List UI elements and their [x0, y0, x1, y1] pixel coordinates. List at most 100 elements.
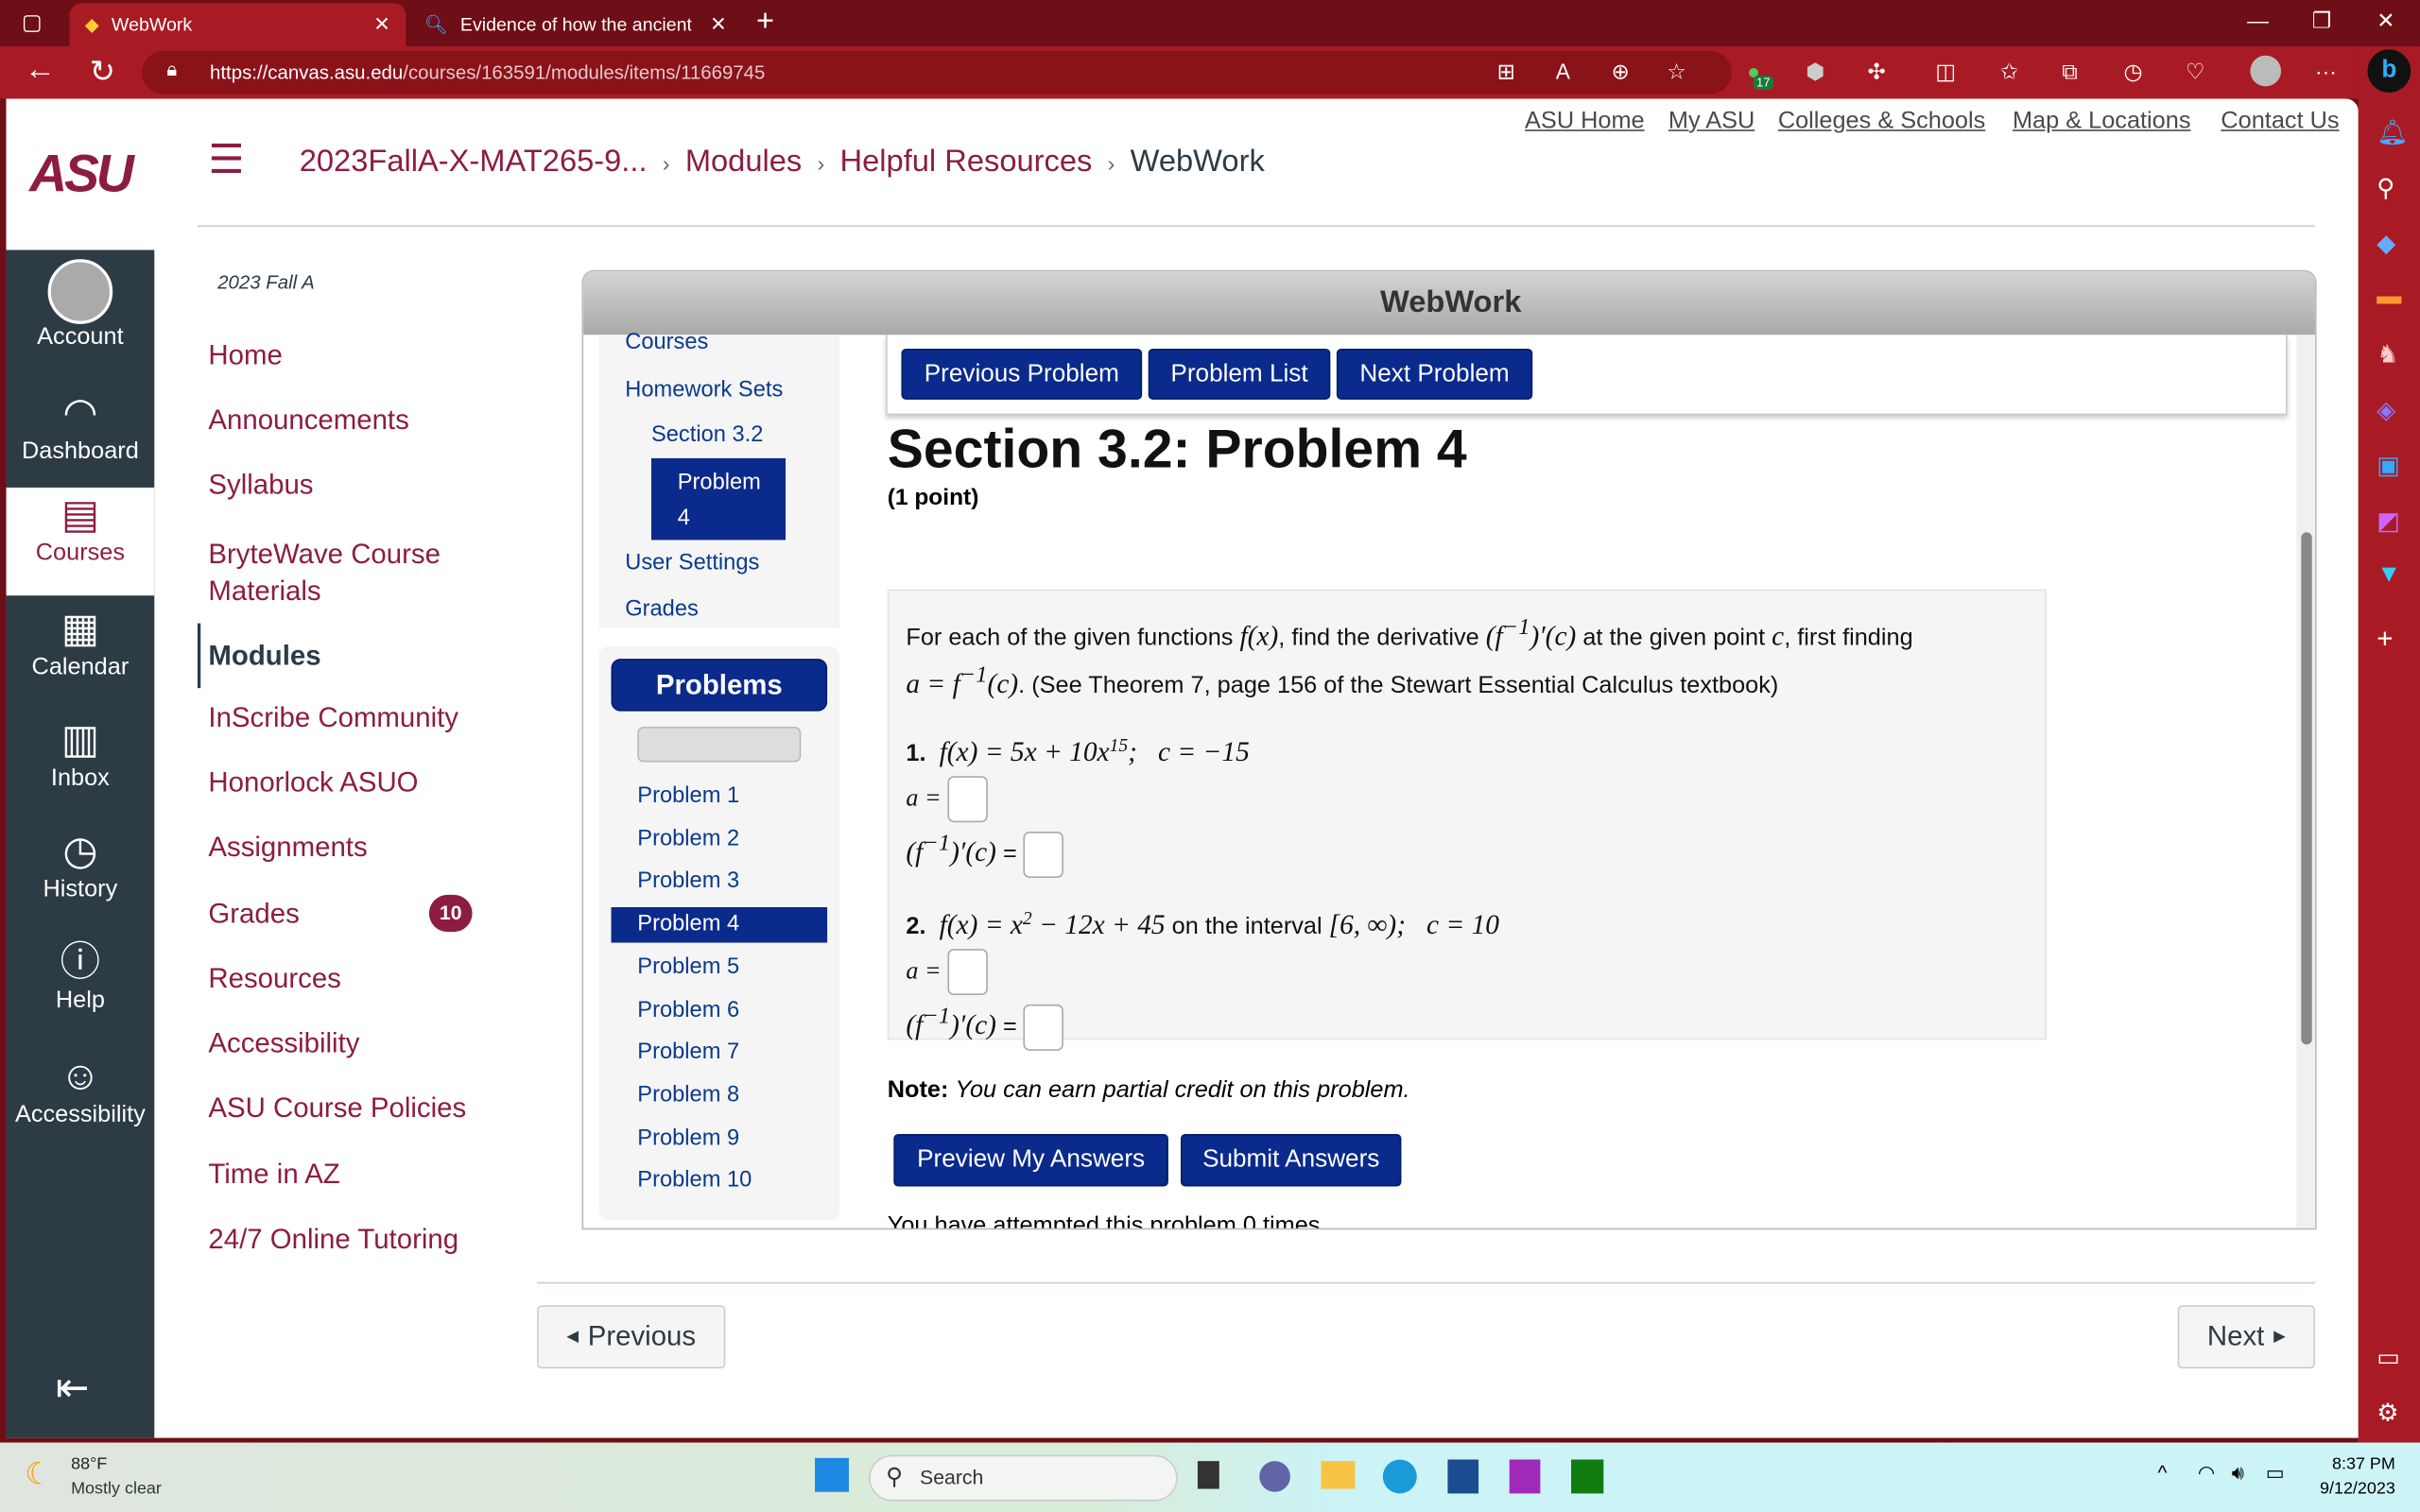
problem-link[interactable]: Problem 8 — [612, 1078, 828, 1114]
problem-link[interactable]: Problem 4 — [611, 907, 828, 943]
course-nav-inscribe-community[interactable]: InScribe Community — [208, 702, 458, 734]
volume-icon[interactable]: 🔊︎ — [2232, 1461, 2244, 1486]
course-nav-honorlock-asuo[interactable]: Honorlock ASUO — [208, 766, 418, 799]
games-icon[interactable]: ♞ — [2377, 339, 2398, 370]
clock-date[interactable]: 9/12/2023 — [2308, 1480, 2395, 1499]
link-map-locations[interactable]: Map & Locations — [2013, 108, 2191, 135]
close-icon[interactable]: ✕ — [710, 12, 727, 37]
link-section[interactable]: Section 3.2 — [651, 422, 763, 447]
course-nav-asu-course-policies[interactable]: ASU Course Policies — [208, 1092, 466, 1125]
problem-link[interactable]: Problem 6 — [612, 993, 828, 1029]
link-asu-home[interactable]: ASU Home — [1525, 108, 1645, 135]
search-icon[interactable]: ⚲ — [2377, 173, 2394, 204]
breadcrumb-modules[interactable]: Modules — [685, 145, 802, 179]
collections-icon[interactable]: ⧉ — [2062, 59, 2077, 85]
course-nav-assignments[interactable]: Assignments — [208, 832, 367, 864]
answer-2a-input[interactable] — [947, 949, 989, 996]
profile-avatar[interactable] — [2250, 55, 2282, 87]
close-icon[interactable]: ✕ — [373, 12, 390, 37]
global-nav-help[interactable]: ⓘ Help — [7, 935, 155, 1042]
key-extension-icon[interactable]: ⬢ — [1806, 59, 1824, 85]
new-tab-icon[interactable]: + — [756, 5, 774, 41]
global-nav-calendar[interactable]: ▦ Calendar — [7, 602, 155, 710]
wifi-icon[interactable]: ◠ — [2198, 1461, 2216, 1486]
global-nav-dashboard[interactable]: ◠ Dashboard — [7, 386, 155, 493]
bing-copilot-icon[interactable]: b — [2367, 49, 2411, 93]
asu-logo[interactable]: ASU — [6, 98, 155, 250]
course-nav-syllabus[interactable]: Syllabus — [208, 469, 313, 501]
course-nav-announcements[interactable]: Announcements — [208, 404, 408, 437]
link-homework-sets[interactable]: Homework Sets — [625, 378, 783, 403]
link-current-problem[interactable]: Problem 4 — [650, 457, 786, 541]
apps-icon[interactable]: ⊞ — [1497, 59, 1515, 85]
taskbar-search[interactable]: ⚲ Search — [869, 1454, 1178, 1502]
close-window-icon[interactable]: ✕ — [2377, 8, 2394, 34]
course-nav-time-in-az[interactable]: Time in AZ — [208, 1159, 339, 1191]
outlook-icon[interactable]: ▣ — [2377, 451, 2400, 482]
problem-link[interactable]: Problem 7 — [612, 1036, 828, 1072]
course-nav-grades[interactable]: Grades — [208, 898, 299, 930]
breadcrumb-course[interactable]: 2023FallA-X-MAT265-9... — [300, 145, 648, 179]
problem-link[interactable]: Problem 9 — [612, 1121, 828, 1157]
problem-link[interactable]: Problem 2 — [612, 822, 828, 858]
problem-link[interactable]: Problem 10 — [612, 1164, 828, 1200]
hamburger-menu-icon[interactable]: ☰ — [208, 139, 251, 179]
problem-link[interactable]: Problem 3 — [612, 865, 828, 901]
shopping-tag-icon[interactable]: ◆ — [2377, 229, 2395, 260]
problem-filter-input[interactable] — [637, 726, 802, 763]
extensions-puzzle-icon[interactable]: ✣ — [1868, 59, 1886, 85]
weather-temp[interactable]: 88°F — [71, 1455, 107, 1474]
next-problem-button[interactable]: Next Problem — [1336, 348, 1533, 400]
history-icon[interactable]: ◷ — [2124, 59, 2143, 85]
link-courses[interactable]: Courses — [625, 330, 708, 354]
global-nav-accessibility[interactable]: ☺ Accessibility — [7, 1049, 155, 1157]
add-icon[interactable]: + — [2377, 624, 2393, 656]
xbox-icon[interactable] — [1571, 1459, 1604, 1494]
teams-icon[interactable] — [1259, 1461, 1290, 1492]
battery-icon[interactable]: ▭ — [2266, 1461, 2285, 1486]
iframe-scrollbar[interactable] — [2296, 335, 2315, 1228]
file-explorer-icon[interactable] — [1321, 1461, 1356, 1489]
more-icon[interactable]: ··· — [2315, 59, 2337, 83]
course-nav-24-7-online-tutoring[interactable]: 24/7 Online Tutoring — [208, 1224, 458, 1256]
global-nav-history[interactable]: ◷ History — [7, 824, 155, 932]
minimize-icon[interactable]: — — [2247, 8, 2269, 32]
answer-1a-input[interactable] — [947, 776, 989, 823]
global-nav-courses[interactable]: ▤ Courses — [6, 487, 155, 596]
clock-time[interactable]: 8:37 PM — [2315, 1455, 2395, 1474]
bell-icon[interactable]: 🔔︎ — [2377, 117, 2408, 148]
tab-webwork[interactable]: ◆ WebWork ✕ — [69, 3, 406, 46]
task-view-icon[interactable] — [1197, 1461, 1219, 1489]
next-button[interactable]: Next ▶ — [2177, 1305, 2315, 1369]
global-nav-inbox[interactable]: ▥ Inbox — [7, 713, 155, 820]
refresh-icon[interactable]: ↻ — [90, 53, 115, 92]
tab-actions-icon[interactable]: ▢ — [22, 9, 43, 36]
link-contact-us[interactable]: Contact Us — [2221, 108, 2339, 135]
breadcrumb-helpful-resources[interactable]: Helpful Resources — [840, 145, 1093, 179]
course-nav-home[interactable]: Home — [208, 339, 282, 371]
browser-essentials-icon[interactable]: ♡ — [2186, 59, 2205, 85]
windows-start-icon[interactable] — [815, 1457, 849, 1492]
sidebar-toggle-icon[interactable]: ▭ — [2377, 1342, 2400, 1373]
link-grades[interactable]: Grades — [625, 597, 699, 622]
read-aloud-icon[interactable]: A — [1556, 59, 1570, 83]
preview-answers-button[interactable]: Preview My Answers — [893, 1133, 1168, 1187]
weather-desc[interactable]: Mostly clear — [71, 1480, 162, 1499]
answer-1b-input[interactable] — [1023, 832, 1064, 879]
back-icon[interactable]: ← — [25, 53, 56, 89]
course-nav-modules[interactable]: Modules — [197, 623, 321, 689]
settings-gear-icon[interactable]: ⚙ — [2377, 1398, 2398, 1429]
submit-answers-button[interactable]: Submit Answers — [1180, 1133, 1402, 1187]
zoom-icon[interactable]: ⊕ — [1611, 59, 1629, 85]
previous-button[interactable]: ◀ Previous — [537, 1305, 726, 1369]
course-nav-accessibility[interactable]: Accessibility — [208, 1027, 359, 1059]
tools-icon[interactable]: ▬ — [2377, 284, 2401, 311]
course-nav-resources[interactable]: Resources — [208, 963, 340, 995]
answer-2b-input[interactable] — [1023, 1005, 1064, 1052]
global-nav-account[interactable]: Account — [7, 259, 155, 367]
maximize-icon[interactable]: ❐ — [2312, 8, 2332, 34]
problem-link[interactable]: Problem 1 — [612, 779, 828, 815]
problem-list-button[interactable]: Problem List — [1148, 348, 1331, 400]
designer-icon[interactable]: ◩ — [2377, 507, 2400, 538]
show-hidden-icons[interactable]: ^ — [2157, 1461, 2167, 1484]
